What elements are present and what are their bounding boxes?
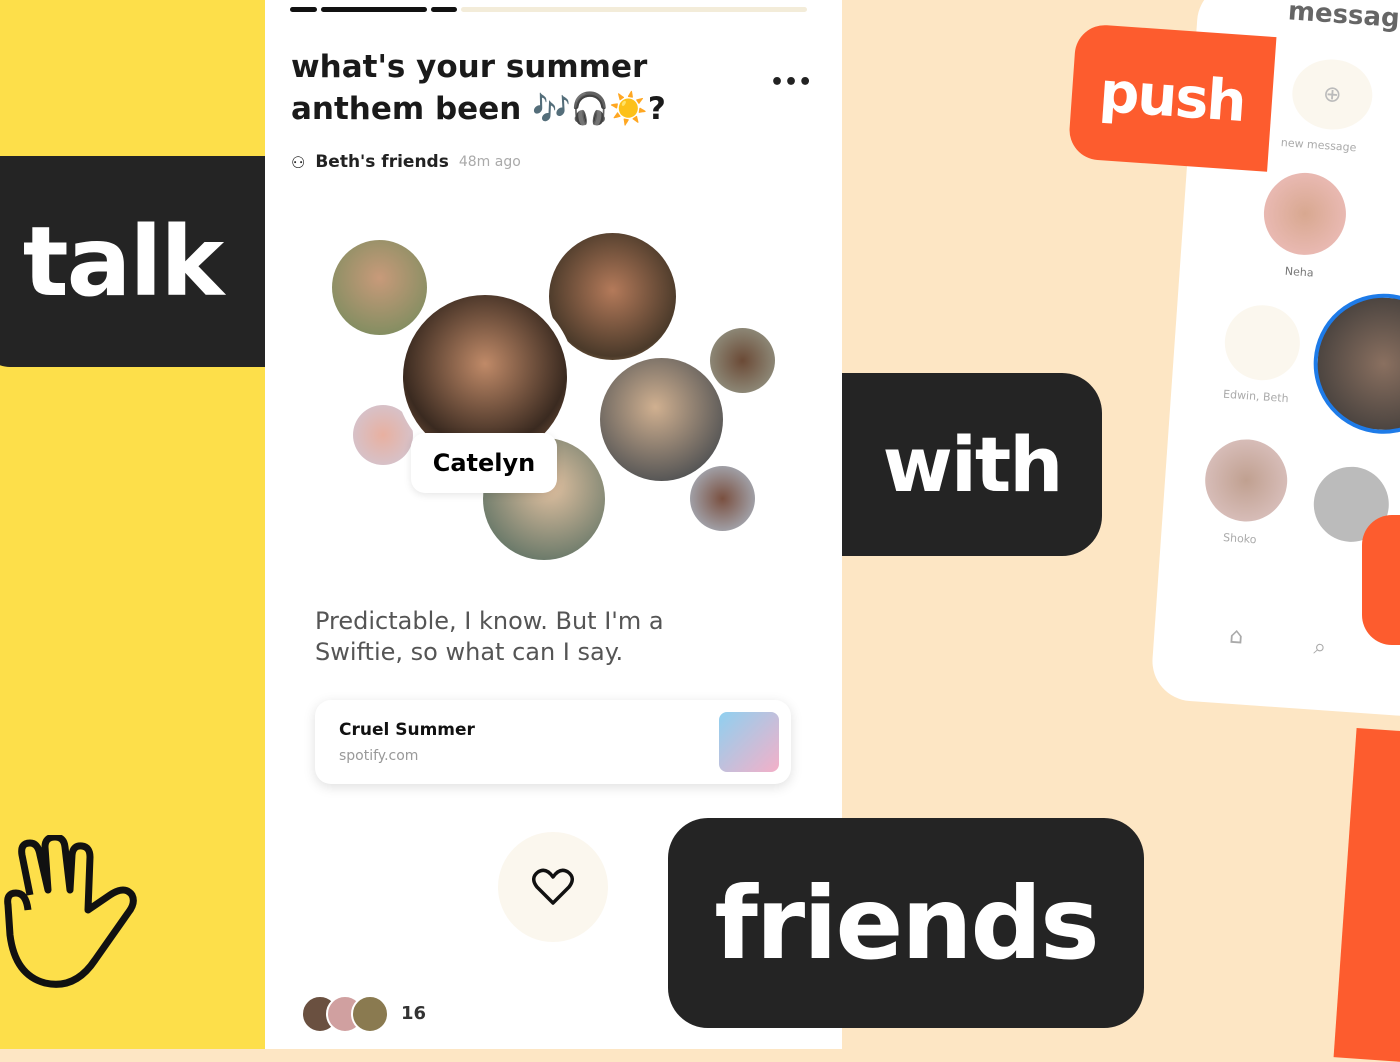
contact-avatar[interactable] xyxy=(1261,170,1349,258)
album-art xyxy=(719,712,779,772)
like-count: 16 xyxy=(401,1003,427,1024)
contact-name: Shoko xyxy=(1222,530,1257,547)
avatar[interactable] xyxy=(690,466,755,531)
with-banner: with xyxy=(842,373,1102,556)
avatar[interactable] xyxy=(600,358,723,481)
heart-icon xyxy=(532,868,574,905)
liker-avatars[interactable] xyxy=(301,995,391,1033)
waving-hand-icon xyxy=(4,835,137,988)
more-horizontal-icon[interactable]: ••• xyxy=(770,70,812,95)
reply-text: Predictable, I know. But I'm a Swiftie, … xyxy=(315,607,664,666)
featured-name: Catelyn xyxy=(411,433,557,493)
contact-name: Neha xyxy=(1284,264,1315,280)
post-title: what's your summer anthem been 🎶🎧☀️? xyxy=(291,49,666,127)
avatar[interactable] xyxy=(710,328,775,393)
orange-strip xyxy=(1333,727,1400,1062)
post-time: 48m ago xyxy=(458,154,521,170)
avatar[interactable] xyxy=(332,240,427,335)
group-avatar[interactable] xyxy=(1222,302,1303,383)
contact-avatar[interactable] xyxy=(1202,436,1290,525)
link-preview[interactable]: Cruel Summer spotify.com xyxy=(315,700,791,784)
push-banner: push xyxy=(1067,23,1277,172)
messages-header: messages xyxy=(1286,0,1400,37)
home-icon[interactable]: ⌂ xyxy=(1228,624,1244,650)
post-meta: ⚇ Beth's friends 48m ago xyxy=(291,152,521,172)
active-contact-avatar[interactable] xyxy=(1308,289,1400,439)
group-icon: ⚇ xyxy=(291,152,306,172)
like-button[interactable] xyxy=(498,832,608,942)
new-message-button[interactable]: ⊕ xyxy=(1289,56,1375,133)
link-title: Cruel Summer xyxy=(339,720,475,740)
orange-shape xyxy=(1362,515,1400,645)
contact-name: Edwin, Beth xyxy=(1222,387,1290,406)
friends-banner: friends xyxy=(668,818,1144,1028)
avatar[interactable] xyxy=(549,233,676,360)
group-name[interactable]: Beth's friends xyxy=(315,152,449,172)
search-icon[interactable]: ⌕ xyxy=(1313,635,1327,661)
link-domain: spotify.com xyxy=(339,748,419,764)
new-message-label: new message xyxy=(1280,136,1357,155)
talk-banner: talk xyxy=(0,156,265,367)
